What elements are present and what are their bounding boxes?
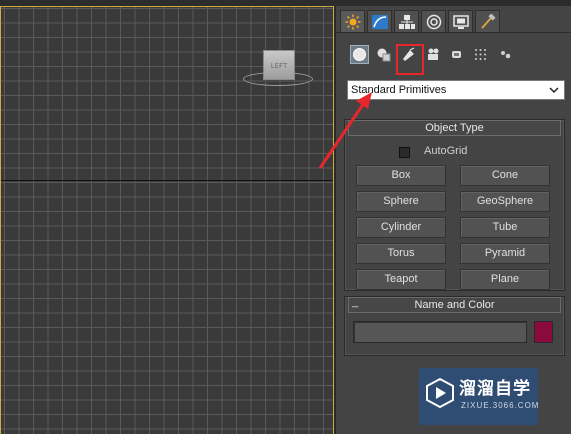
tab-strip-divider [336, 32, 571, 33]
tab-hierarchy[interactable] [394, 10, 419, 32]
helper-icon [452, 51, 461, 58]
monitor-icon [452, 14, 469, 29]
object-type-rollout: Object Type AutoGrid Box Cone Sphere Geo… [344, 119, 565, 291]
teapot-button[interactable]: Teapot [356, 269, 446, 290]
hierarchy-icon [398, 14, 415, 29]
plane-button[interactable]: Plane [460, 269, 550, 290]
object-color-swatch[interactable] [534, 321, 553, 343]
play-logo-icon [426, 378, 454, 408]
autogrid-checkbox[interactable] [399, 147, 410, 158]
tube-button[interactable]: Tube [460, 217, 550, 238]
viewport-left[interactable]: LEFT [0, 6, 334, 434]
watermark-title: 溜溜自学 [459, 379, 531, 399]
category-helpers[interactable] [447, 45, 466, 64]
category-space-warps[interactable] [471, 45, 490, 64]
name-and-color-title: Name and Color [414, 299, 495, 311]
sphere-button[interactable]: Sphere [356, 191, 446, 212]
tab-create[interactable] [340, 10, 365, 32]
geosphere-button[interactable]: GeoSphere [460, 191, 550, 212]
name-and-color-rollout: _ Name and Color [344, 296, 565, 356]
cone-button[interactable]: Cone [460, 165, 550, 186]
object-type-title: Object Type [425, 122, 484, 134]
name-and-color-header[interactable]: _ Name and Color [348, 296, 561, 313]
sphere-icon [353, 48, 366, 61]
box-button[interactable]: Box [356, 165, 446, 186]
category-cameras[interactable] [424, 45, 443, 64]
spacewarp-icon [475, 49, 486, 60]
shapes-icon [377, 48, 391, 62]
tab-modify[interactable] [367, 10, 392, 32]
chevron-down-icon [549, 87, 559, 94]
category-highlight-box [396, 44, 424, 75]
cylinder-button[interactable]: Cylinder [356, 217, 446, 238]
primitives-dropdown[interactable]: Standard Primitives [347, 80, 565, 100]
dropdown-value: Standard Primitives [351, 84, 447, 96]
viewport-axis-line [1, 180, 333, 181]
category-shapes[interactable] [374, 45, 393, 64]
category-systems[interactable] [496, 45, 515, 64]
tab-utilities[interactable] [475, 10, 500, 32]
category-geometry[interactable] [350, 45, 369, 64]
object-name-field[interactable] [353, 321, 527, 343]
sun-icon [345, 14, 360, 29]
hammer-icon [480, 13, 496, 29]
tab-motion[interactable] [421, 10, 446, 32]
arc-icon [371, 14, 388, 29]
autogrid-label: AutoGrid [424, 145, 468, 157]
pyramid-button[interactable]: Pyramid [460, 243, 550, 264]
watermark-url: ZIXUE.3066.COM [461, 401, 540, 410]
systems-icon [501, 51, 511, 59]
object-type-header[interactable]: Object Type [348, 120, 561, 136]
watermark: 溜溜自学 ZIXUE.3066.COM [419, 368, 538, 425]
viewcube[interactable]: LEFT [263, 50, 295, 80]
tab-display[interactable] [448, 10, 473, 32]
motion-icon [426, 14, 441, 29]
viewcube-label: LEFT [270, 62, 288, 70]
camera-icon [428, 48, 439, 60]
torus-button[interactable]: Torus [356, 243, 446, 264]
collapse-symbol: _ [352, 296, 359, 308]
